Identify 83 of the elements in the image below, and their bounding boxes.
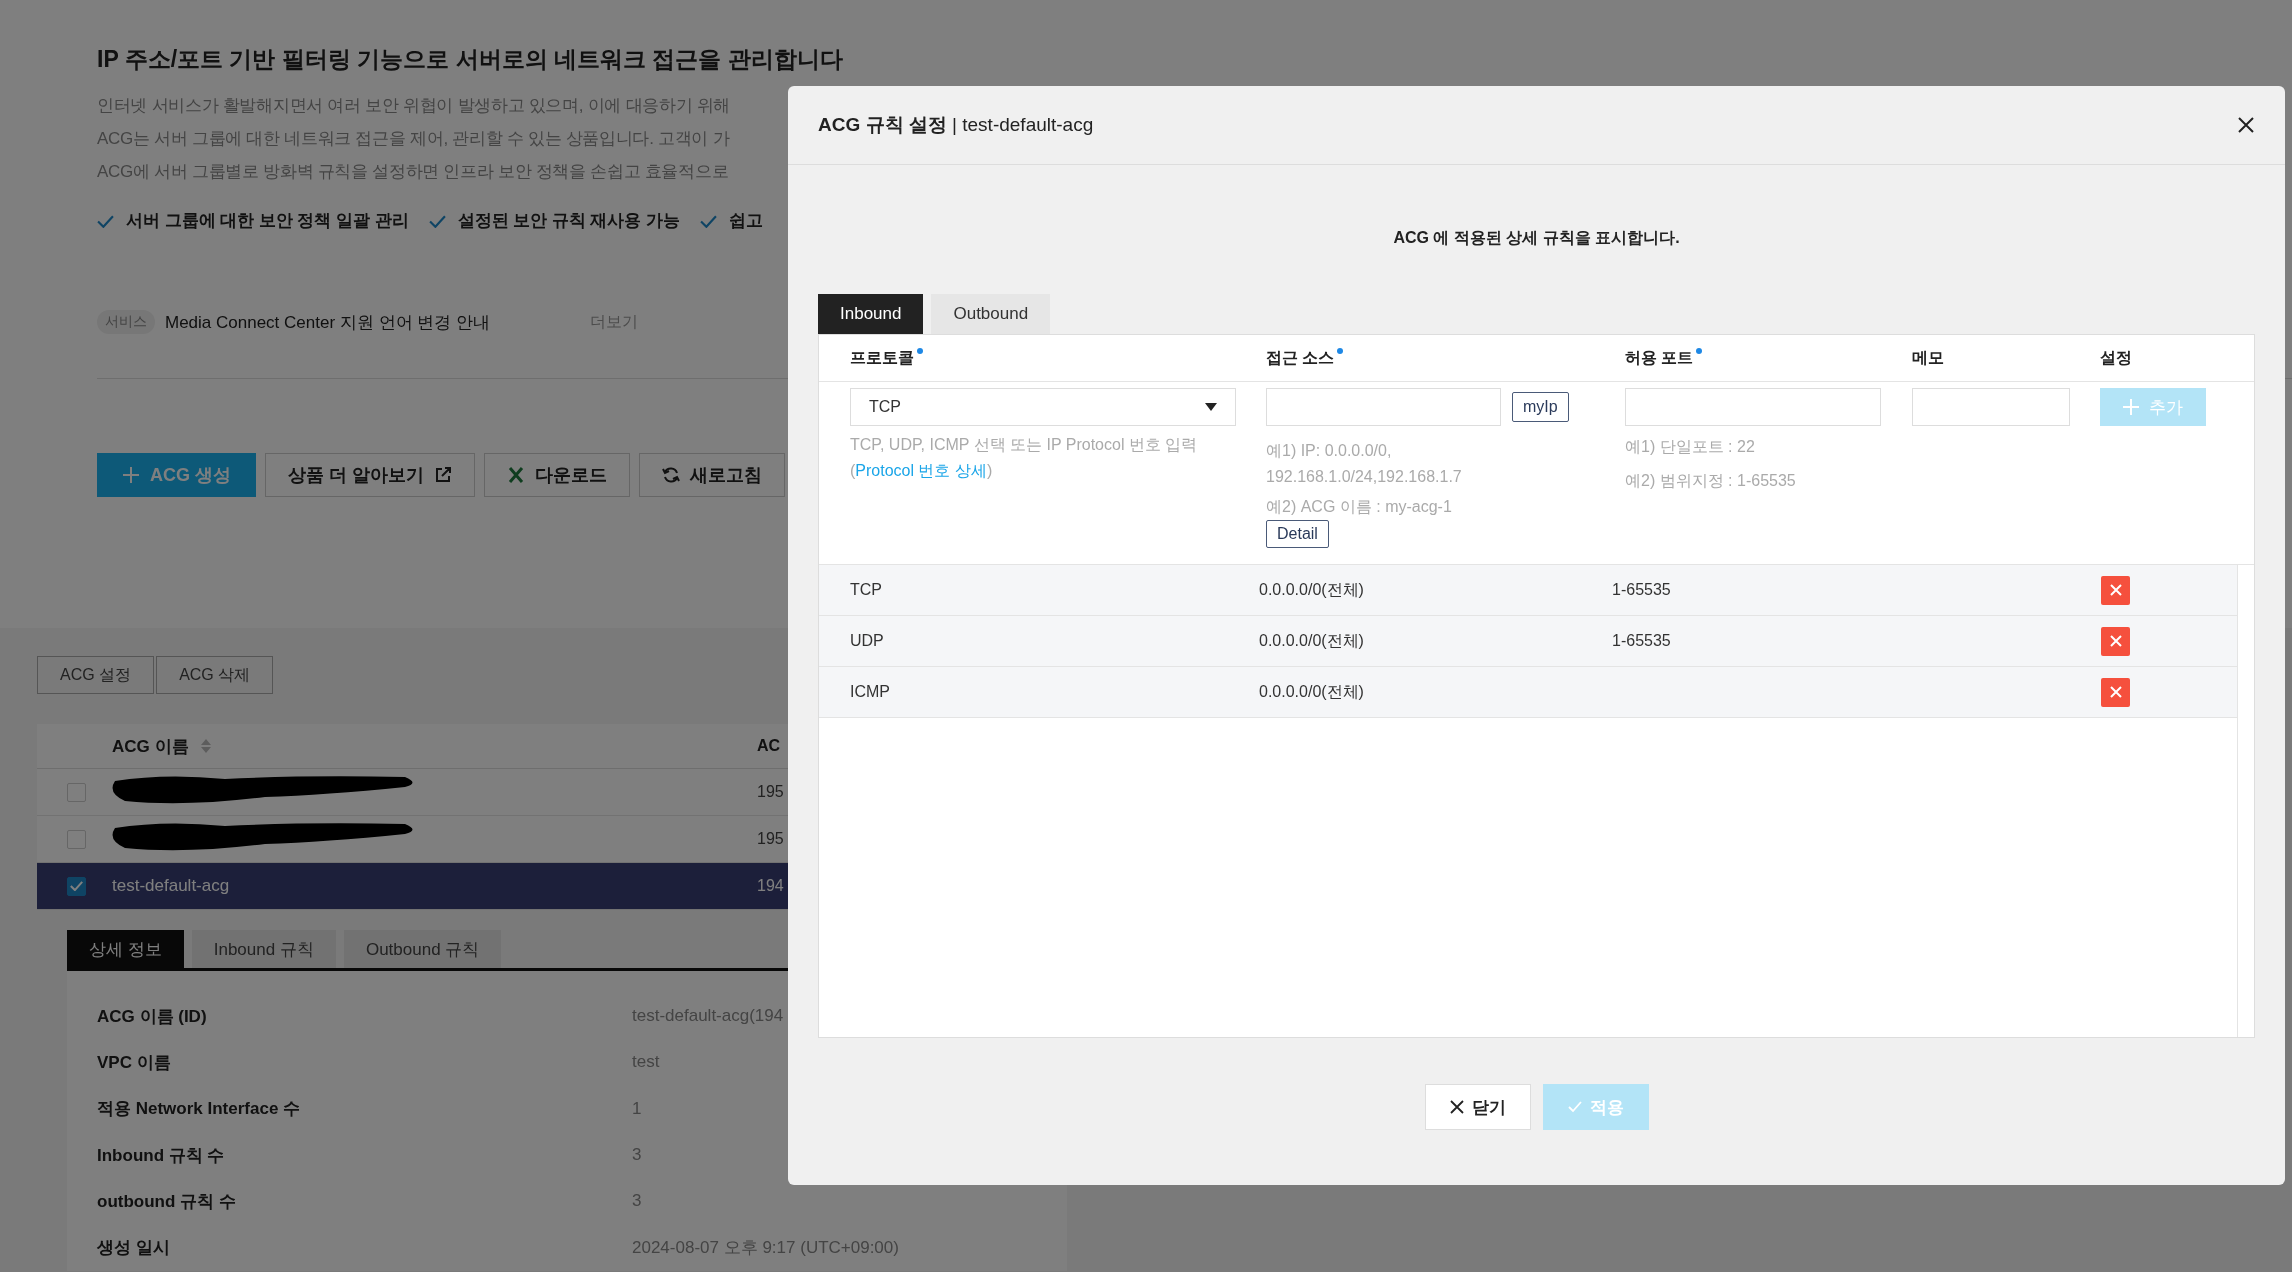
acg-name: test-default-acg	[112, 876, 231, 896]
feature-text: 서버 그룹에 대한 보안 정책 일괄 관리	[126, 210, 409, 231]
excel-icon	[507, 466, 525, 484]
detail-value: 2024-08-07 오후 9:17 (UTC+09:00)	[632, 1237, 899, 1260]
table-cell-text: 0.0.0.0/0(전체)	[1259, 579, 1365, 600]
dialog-message: ACG 에 적용된 상세 규칙을 표시합니다.	[1392, 228, 1681, 248]
detail-value: 3	[632, 1145, 642, 1166]
column-header: 설정	[2100, 347, 2133, 368]
refresh-icon	[662, 466, 680, 484]
detail-label: outbound 규칙 수	[97, 1190, 237, 1213]
detail-tab[interactable]: Inbound 규칙	[191, 930, 336, 968]
table-cell-text: UDP	[850, 632, 885, 650]
source-input[interactable]	[1266, 388, 1501, 426]
detail-tab[interactable]: Outbound 규칙	[343, 930, 502, 968]
column-header: 접근 소스	[1266, 347, 1625, 369]
detail-value: 3	[632, 1191, 642, 1212]
page-heading: IP 주소/포트 기반 필터링 기능으로 서버로의 네트워크 접근을 관리합니다	[97, 45, 844, 74]
detail-value: test	[632, 1052, 660, 1073]
acg-button[interactable]: ACG 설정	[37, 656, 155, 694]
dialog-title: ACG 규칙 설정 | test-default-acg	[818, 113, 1094, 137]
plus-icon	[122, 466, 140, 484]
detail-label: 생성 일시	[97, 1237, 171, 1260]
detail-button[interactable]: Detail	[1266, 520, 1329, 548]
row-checkbox[interactable]	[67, 782, 86, 802]
port-input[interactable]	[1625, 388, 1881, 426]
feature-text: 쉽고	[728, 210, 763, 231]
source-hint: 예1) IP: 0.0.0.0/0, 192.168.1.0/24,192.168.1.7	[1266, 441, 1463, 487]
column-header: 프로토콜	[850, 347, 1266, 369]
table-cell: 194	[757, 877, 784, 895]
delete-icon[interactable]	[2101, 626, 2130, 656]
detail-label: Inbound 규칙 수	[97, 1144, 226, 1167]
detail-tab[interactable]: 상세 정보	[67, 930, 184, 968]
action-button[interactable]: 다운로드	[484, 453, 630, 497]
caret-icon	[1205, 403, 1217, 411]
check-icon	[1567, 1100, 1582, 1114]
notice-link[interactable]: Media Connect Center 지원 언어 변경 안내	[165, 310, 490, 334]
feature-text: 설정된 보안 규칙 재사용 가능	[457, 210, 680, 231]
source-hint: 예2) ACG 이름 : my-acg-1	[1266, 497, 1453, 517]
plus-icon	[2123, 399, 2139, 415]
protocol-select[interactable]: TCP	[850, 388, 1236, 426]
action-button[interactable]: 새로고침	[639, 453, 785, 497]
check-icon	[428, 214, 446, 228]
close-icon	[1449, 1100, 1464, 1114]
myip-button[interactable]: myIp	[1512, 392, 1569, 422]
detail-value: 1	[632, 1098, 642, 1119]
table-cell-text: 1-65535	[1612, 632, 1672, 650]
table-cell-text: 1-65535	[1612, 581, 1672, 599]
row-checkbox[interactable]	[67, 829, 86, 849]
description-line: ACG에 서버 그룹별로 방화벽 규칙을 설정하면 인프라 보안 정책을 손쉽고 효율적으로	[97, 161, 729, 183]
port-hint: 예2) 범위지정 : 1-65535	[1625, 471, 1797, 491]
external-link-icon	[434, 466, 452, 484]
detail-label: ACG 이름 (ID)	[97, 1005, 208, 1028]
table-cell-text: TCP	[850, 581, 883, 599]
table-cell-text: 0.0.0.0/0(전체)	[1259, 630, 1365, 651]
description-line: ACG는 서버 그룹에 대한 네트워크 접근을 제어, 관리할 수 있는 상품입니다. 고객이 가	[97, 128, 730, 150]
protocol-hint: TCP, UDP, ICMP 선택 또는 IP Protocol 번호 입력 (Protocol 번호 상세)	[850, 435, 1199, 481]
table-cell: 195	[757, 830, 784, 848]
column-header: 허용 포트	[1625, 347, 1912, 369]
check-icon	[97, 214, 114, 228]
delete-icon[interactable]	[2101, 677, 2130, 707]
close-button[interactable]: 닫기	[1424, 1084, 1531, 1130]
description-line: 인터넷 서비스가 활발해지면서 여러 보안 위협이 발생하고 있으며, 이에 대응하기 위해	[97, 95, 731, 117]
column-header: 메모	[1912, 347, 1945, 368]
check-icon	[699, 214, 717, 228]
acg-button[interactable]: ACG 삭제	[156, 656, 274, 694]
close-icon[interactable]	[2237, 116, 2255, 134]
column-header: AC	[757, 737, 781, 755]
table-cell: 195	[757, 783, 784, 801]
direction-tab[interactable]: Outbound	[931, 294, 1051, 334]
memo-input[interactable]	[1912, 388, 2070, 426]
sort-icon[interactable]	[200, 739, 211, 753]
port-hint: 예1) 단일포트 : 22	[1625, 437, 1756, 457]
direction-tab[interactable]: Inbound	[818, 294, 924, 334]
row-checkbox[interactable]	[67, 876, 86, 896]
table-cell-text: 0.0.0.0/0(전체)	[1259, 681, 1365, 702]
column-header[interactable]: ACG 이름	[112, 734, 189, 758]
delete-icon[interactable]	[2101, 575, 2130, 605]
action-button[interactable]: 상품 더 알아보기	[265, 453, 475, 497]
detail-label: 적용 Network Interface 수	[97, 1098, 302, 1121]
protocol-link[interactable]: Protocol 번호 상세	[855, 462, 987, 479]
detail-value: test-default-acg(194	[632, 1006, 784, 1027]
table-cell-text: ICMP	[850, 683, 891, 701]
detail-label: VPC 이름	[97, 1051, 172, 1074]
